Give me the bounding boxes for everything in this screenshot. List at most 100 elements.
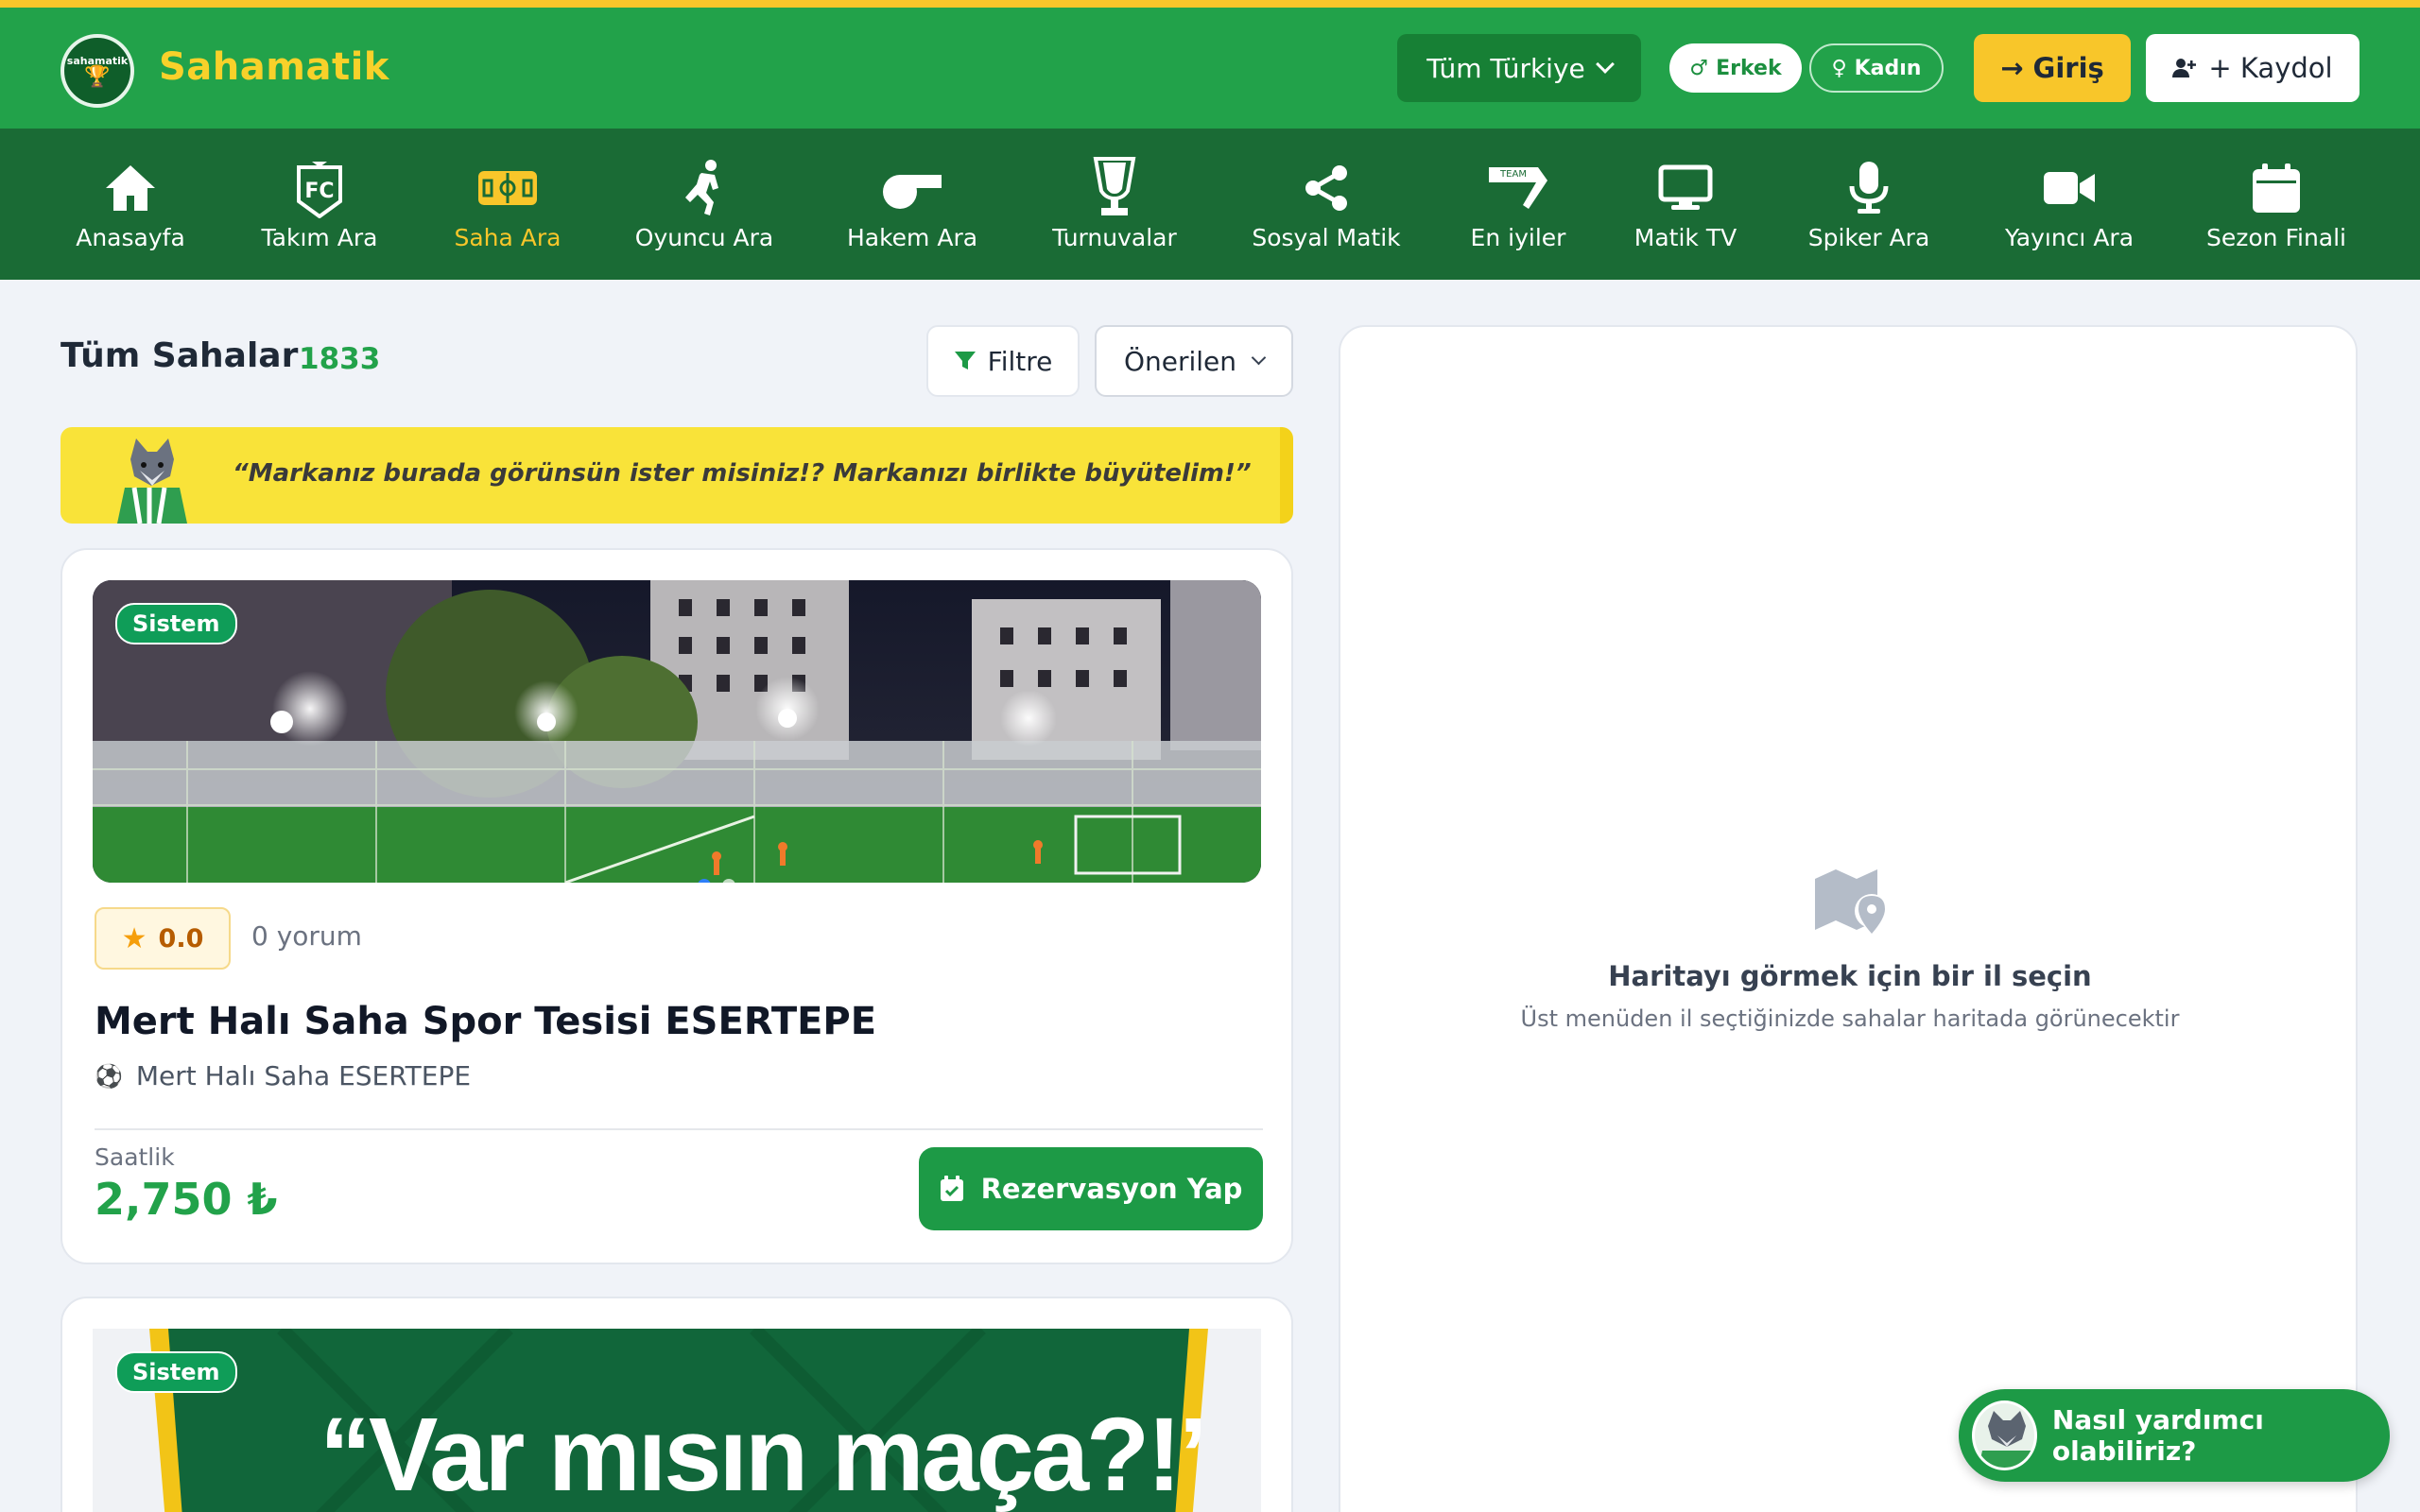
map-pin-icon — [1815, 869, 1889, 934]
nav-label: Sosyal Matik — [1252, 223, 1401, 251]
login-label: Giriş — [2032, 52, 2104, 84]
divider — [95, 1128, 1263, 1130]
status-badge: Sistem — [115, 1351, 237, 1393]
price-label: Saatlik — [95, 1143, 175, 1171]
nav-label: Saha Ara — [454, 223, 562, 251]
venue-subtitle-text: Mert Halı Saha ESERTEPE — [135, 1060, 472, 1091]
top-header: sahamatik 🏆 Sahamatik Tüm Türkiye ♂ Erke… — [0, 8, 2420, 129]
promo-image[interactable]: “Var mısın maça?!’ — [93, 1324, 1261, 1512]
fc-badge-icon: FC — [297, 161, 342, 218]
nav-label: En iyiler — [1470, 223, 1566, 251]
signup-label: + Kaydol — [2208, 52, 2333, 84]
monitor-icon — [1658, 164, 1713, 210]
share-icon — [1305, 164, 1347, 211]
venue-subtitle: ⚽ Mert Halı Saha ESERTEPE — [95, 1060, 471, 1091]
filter-button[interactable]: Filtre — [926, 325, 1080, 397]
filter-funnel-icon — [954, 352, 976, 369]
star-icon: ★ — [121, 921, 147, 955]
gender-female-toggle[interactable]: ♀ Kadın — [1809, 43, 1944, 93]
nav-item-anasayfa[interactable]: Anasayfa — [68, 129, 193, 280]
gender-female-label: Kadın — [1854, 56, 1922, 80]
reserve-button[interactable]: Rezervasyon Yap — [919, 1147, 1263, 1230]
chevron-down-icon — [1595, 55, 1615, 74]
list-title: Tüm Sahalar — [60, 336, 299, 375]
nav-item-sezon-finali[interactable]: Sezon Finali — [2204, 129, 2348, 280]
nav-label: Spiker Ara — [1807, 223, 1930, 251]
top-accent-strip — [0, 0, 2420, 8]
map-empty-subtitle: Üst menüden il seçtiğinizde sahalar hari… — [1520, 1005, 2180, 1032]
status-badge: Sistem — [115, 603, 237, 644]
venue-photo[interactable] — [93, 580, 1261, 883]
chevron-down-icon — [1251, 350, 1267, 365]
nav-item-matik-tv[interactable]: Matik TV — [1630, 129, 1741, 280]
nav-label: Hakem Ara — [846, 223, 978, 251]
svg-text:FC: FC — [304, 180, 334, 203]
ad-banner[interactable]: “Markanız burada görünsün ister misiniz!… — [60, 427, 1293, 524]
nav-label: Anasayfa — [76, 223, 185, 251]
calendar-icon — [2253, 163, 2300, 213]
field-icon — [478, 170, 537, 205]
rating-badge: ★ 0.0 — [95, 907, 231, 970]
filter-label: Filtre — [987, 345, 1053, 377]
ad-banner-text: “Markanız burada görünsün ister misiniz!… — [233, 459, 1252, 488]
soccer-ball-icon: ⚽ — [95, 1062, 123, 1090]
venue-card[interactable]: “Var mısın maça?!’ Sistem — [60, 1297, 1293, 1512]
nav-item-takim-ara[interactable]: FC Takım Ara — [253, 129, 386, 280]
login-button[interactable]: → Giriş — [1974, 34, 2131, 102]
gender-male-label: Erkek — [1716, 56, 1782, 80]
location-select[interactable]: Tüm Türkiye — [1397, 34, 1641, 102]
nav-item-sosyal-matik[interactable]: Sosyal Matik — [1246, 129, 1407, 280]
location-select-value: Tüm Türkiye — [1426, 52, 1585, 84]
wolf-mascot-icon — [117, 438, 187, 524]
carousel-dot[interactable] — [698, 879, 711, 883]
nav-item-saha-ara[interactable]: Saha Ara — [448, 129, 567, 280]
gender-male-toggle[interactable]: ♂ Erkek — [1669, 43, 1802, 93]
player-icon — [685, 159, 718, 215]
team-flag-icon: TEAM — [1489, 166, 1547, 209]
nav-item-en-iyiler[interactable]: TEAM En iyiler — [1469, 129, 1567, 280]
svg-text:TEAM: TEAM — [1499, 169, 1527, 180]
male-symbol-icon: ♂ — [1689, 56, 1709, 80]
nav-item-yayinci-ara[interactable]: Yayıncı Ara — [1996, 129, 2142, 280]
nav-item-spiker-ara[interactable]: Spiker Ara — [1802, 129, 1936, 280]
map-empty-title: Haritayı görmek için bir il seçin — [1608, 960, 2092, 992]
nav-label: Takım Ara — [261, 223, 378, 251]
nav-item-oyuncu-ara[interactable]: Oyuncu Ara — [630, 129, 779, 280]
map-panel[interactable]: Haritayı görmek için bir il seçin Üst me… — [1339, 325, 2358, 1512]
rating-value: 0.0 — [158, 923, 204, 954]
female-symbol-icon: ♀ — [1831, 56, 1847, 80]
wolf-avatar — [1972, 1400, 2037, 1470]
whistle-icon — [883, 174, 942, 209]
trophy-logo-icon: 🏆 — [84, 64, 111, 89]
trophy-icon — [1093, 156, 1136, 215]
price-value: 2,750 ₺ — [95, 1174, 278, 1225]
venue-name[interactable]: Mert Halı Saha Spor Tesisi ESERTEPE — [95, 1000, 876, 1043]
review-count[interactable]: 0 yorum — [251, 920, 362, 952]
calendar-check-icon — [940, 1176, 963, 1201]
nav-label: Oyuncu Ara — [634, 223, 774, 251]
carousel-dots[interactable] — [698, 879, 735, 883]
brand-logo[interactable]: sahamatik 🏆 — [60, 34, 134, 108]
video-camera-icon — [2044, 171, 2095, 204]
nav-label: Yayıncı Ara — [2004, 223, 2135, 251]
user-plus-icon — [2172, 59, 2197, 77]
microphone-icon — [1849, 161, 1889, 214]
arrow-right-icon: → — [2000, 52, 2024, 84]
nav-item-hakem-ara[interactable]: Hakem Ara — [841, 129, 983, 280]
list-count: 1833 — [299, 342, 381, 376]
nav-label: Sezon Finali — [2205, 223, 2347, 251]
home-icon — [106, 164, 155, 211]
sort-select[interactable]: Önerilen — [1095, 325, 1293, 397]
nav-label: Matik TV — [1634, 223, 1737, 251]
help-label: Nasıl yardımcı olabiliriz? — [2051, 1404, 2264, 1467]
nav-item-turnuvalar[interactable]: Turnuvalar — [1046, 129, 1184, 280]
brand-name[interactable]: Sahamatik — [159, 45, 389, 89]
sort-select-value: Önerilen — [1123, 345, 1237, 377]
reserve-label: Rezervasyon Yap — [980, 1173, 1243, 1205]
venue-card[interactable]: Sistem ★ 0.0 0 yorum Mert Halı Saha Spor… — [60, 548, 1293, 1264]
venue-photo-image — [93, 580, 1261, 883]
carousel-dot[interactable] — [722, 879, 735, 883]
main-nav: Anasayfa FC Takım Ara Saha Ara Oyuncu Ar… — [0, 129, 2420, 280]
signup-button[interactable]: + Kaydol — [2146, 34, 2360, 102]
help-chat-button[interactable]: Nasıl yardımcı olabiliriz? — [1959, 1389, 2390, 1482]
